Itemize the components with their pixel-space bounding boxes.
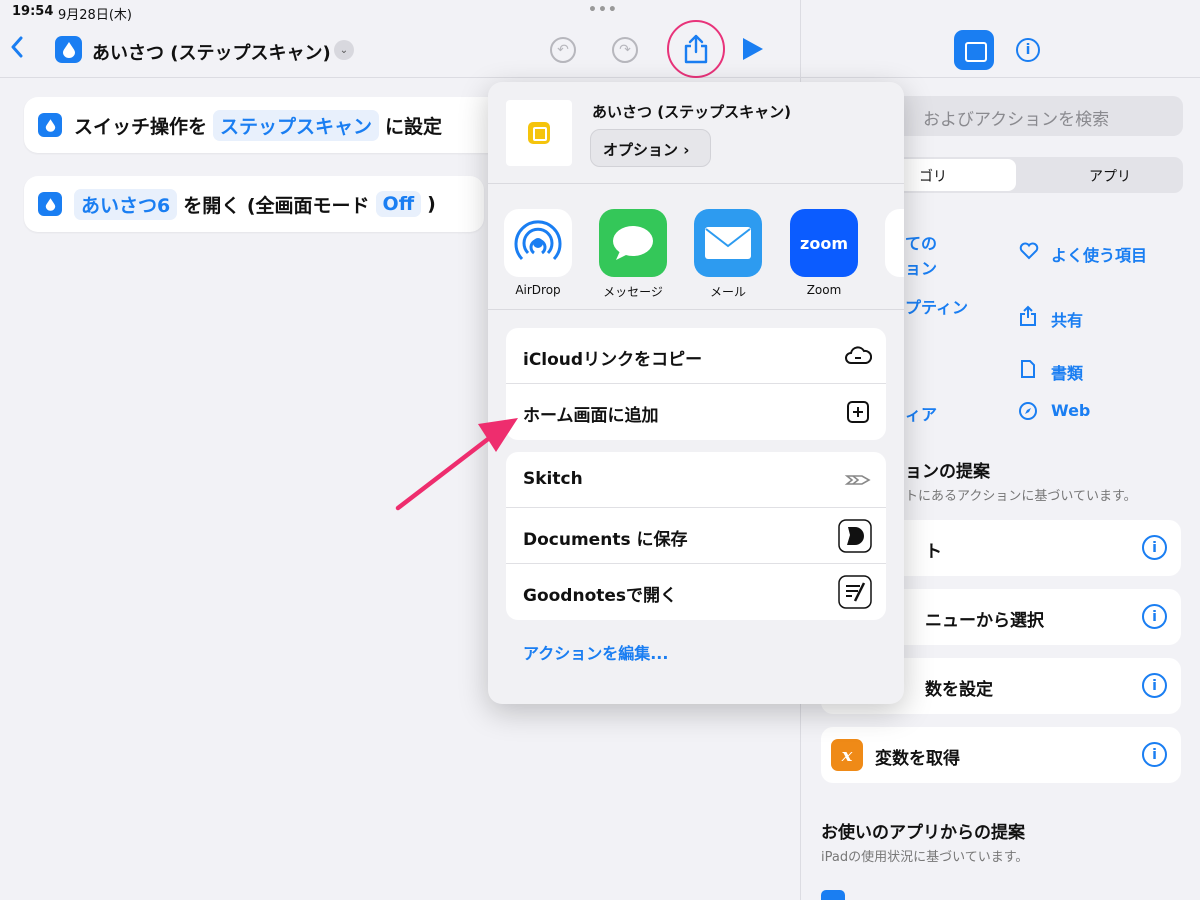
app-suggestions-heading: お使いのアプリからの提案 bbox=[821, 823, 1025, 843]
info-icon[interactable]: i bbox=[1142, 604, 1167, 629]
app-label: Zoom bbox=[806, 283, 842, 297]
share-icon[interactable] bbox=[682, 34, 710, 64]
skitch-arrow-icon bbox=[844, 475, 871, 485]
share-app-mail[interactable]: メール bbox=[694, 209, 762, 300]
drop-icon bbox=[38, 113, 62, 137]
documents-d-icon bbox=[838, 519, 872, 553]
category-left-1[interactable]: ての bbox=[905, 230, 937, 254]
action-set-switch-control[interactable]: スイッチ操作を ステップスキャン に設定 bbox=[24, 97, 504, 153]
row-label: iCloudリンクをコピー bbox=[523, 350, 703, 370]
goodnotes-icon bbox=[838, 575, 872, 609]
info-icon[interactable]: i bbox=[1142, 673, 1167, 698]
drop-icon bbox=[38, 192, 62, 216]
suggestion-label: ト bbox=[925, 542, 942, 562]
category-left-2[interactable]: プティン bbox=[905, 294, 968, 318]
row-label: Skitch bbox=[523, 469, 583, 489]
action-label: スイッチ操作を bbox=[74, 115, 208, 138]
panel-toolbar bbox=[801, 24, 1200, 78]
shortcuts-app-icon bbox=[528, 122, 550, 144]
play-button[interactable] bbox=[743, 38, 763, 60]
action-suffix: に設定 bbox=[385, 115, 443, 138]
category-web[interactable]: Web bbox=[1051, 401, 1090, 420]
chevron-left-icon bbox=[11, 36, 23, 58]
mail-icon bbox=[694, 209, 762, 277]
app-suggestions-subtitle: iPadの使用状況に基づいています。 bbox=[821, 850, 1029, 865]
suggestions-subtitle: トにあるアクションに基づいています。 bbox=[905, 489, 1137, 504]
suggestions-heading: ョンの提案 bbox=[905, 462, 990, 482]
redo-button[interactable]: ↷ bbox=[612, 37, 638, 63]
row-label: ホーム画面に追加 bbox=[523, 406, 659, 426]
action-param[interactable]: Off bbox=[375, 191, 422, 217]
share-sheet-title: あいさつ (ステップスキャン) bbox=[592, 103, 791, 121]
app-label: AirDrop bbox=[515, 283, 561, 297]
category-documents[interactable]: 書類 bbox=[1051, 360, 1083, 384]
segment-apps[interactable]: アプリ bbox=[1089, 166, 1131, 186]
plus-square-icon bbox=[847, 401, 869, 423]
category-left-4[interactable]: ィア bbox=[905, 401, 937, 425]
back-button[interactable] bbox=[10, 36, 24, 63]
options-button[interactable]: オプション › bbox=[590, 129, 711, 167]
zoom-icon: zoom bbox=[790, 209, 858, 277]
edit-actions-link[interactable]: アクションを編集... bbox=[523, 640, 668, 664]
app-icon bbox=[885, 209, 904, 277]
drop-icon bbox=[62, 41, 75, 58]
shortcut-icon[interactable] bbox=[55, 36, 82, 63]
info-icon[interactable]: i bbox=[1142, 742, 1167, 767]
app-label: メール bbox=[709, 285, 746, 299]
action-library-button[interactable] bbox=[954, 30, 994, 70]
cloud-link-icon bbox=[845, 346, 872, 364]
category-sharing[interactable]: 共有 bbox=[1051, 307, 1083, 331]
info-button[interactable]: i bbox=[1016, 38, 1040, 62]
action-suffix: ) bbox=[427, 193, 436, 215]
row-label: Documents に保存 bbox=[523, 530, 688, 550]
suggestion-row-get-variable[interactable]: x 変数を取得 i bbox=[821, 727, 1181, 783]
info-icon[interactable]: i bbox=[1142, 535, 1167, 560]
share-sheet: あいさつ (ステップスキャン) オプション › AirDrop メッセージ メー… bbox=[488, 82, 904, 704]
action-token[interactable]: あいさつ6 bbox=[74, 188, 178, 220]
skitch-row[interactable]: Skitch bbox=[506, 452, 886, 508]
app-icon[interactable] bbox=[821, 890, 845, 900]
row-label: Goodnotesで開く bbox=[523, 586, 678, 606]
undo-button[interactable]: ↶ bbox=[550, 37, 576, 63]
compass-icon bbox=[1019, 402, 1037, 420]
action-token[interactable]: ステップスキャン bbox=[213, 109, 380, 141]
heart-icon bbox=[1019, 242, 1039, 260]
suggestion-label: 変数を取得 bbox=[875, 749, 960, 769]
share-icon bbox=[1020, 305, 1036, 326]
airdrop-icon bbox=[504, 209, 572, 277]
action-label: を開く (全画面モード bbox=[183, 194, 370, 217]
goodnotes-open-row[interactable]: Goodnotesで開く bbox=[506, 564, 886, 620]
shortcut-thumbnail bbox=[506, 100, 572, 166]
documents-save-row[interactable]: Documents に保存 bbox=[506, 508, 886, 564]
share-app-messages[interactable]: メッセージ bbox=[599, 209, 667, 300]
suggestion-label: ニューから選択 bbox=[925, 611, 1044, 631]
share-apps-group: Skitch Documents に保存 Goodnotesで開く bbox=[506, 452, 886, 620]
suggestion-label: 数を設定 bbox=[925, 680, 993, 700]
title-menu-button[interactable]: ⌄ bbox=[334, 40, 354, 60]
action-open-app[interactable]: あいさつ6 を開く (全画面モード Off ) bbox=[24, 176, 484, 232]
share-sheet-header: あいさつ (ステップスキャン) オプション › bbox=[488, 82, 904, 184]
variable-icon: x bbox=[831, 739, 863, 771]
share-apps-row: AirDrop メッセージ メール zoom Zoom bbox=[488, 184, 904, 310]
add-to-home-screen-row[interactable]: ホーム画面に追加 bbox=[506, 384, 886, 440]
category-left-1b[interactable]: ョン bbox=[905, 255, 937, 279]
share-app-airdrop[interactable]: AirDrop bbox=[504, 209, 572, 297]
shortcut-title[interactable]: あいさつ (ステップスキャン) bbox=[92, 39, 331, 65]
share-app-more[interactable] bbox=[885, 209, 904, 277]
copy-icloud-link-row[interactable]: iCloudリンクをコピー bbox=[506, 328, 886, 384]
app-label: メッセージ bbox=[603, 285, 663, 299]
messages-icon bbox=[599, 209, 667, 277]
share-actions-group: iCloudリンクをコピー ホーム画面に追加 bbox=[506, 328, 886, 440]
share-app-zoom[interactable]: zoom Zoom bbox=[790, 209, 858, 297]
category-favorites[interactable]: よく使う項目 bbox=[1051, 242, 1147, 266]
document-icon bbox=[1021, 360, 1035, 378]
